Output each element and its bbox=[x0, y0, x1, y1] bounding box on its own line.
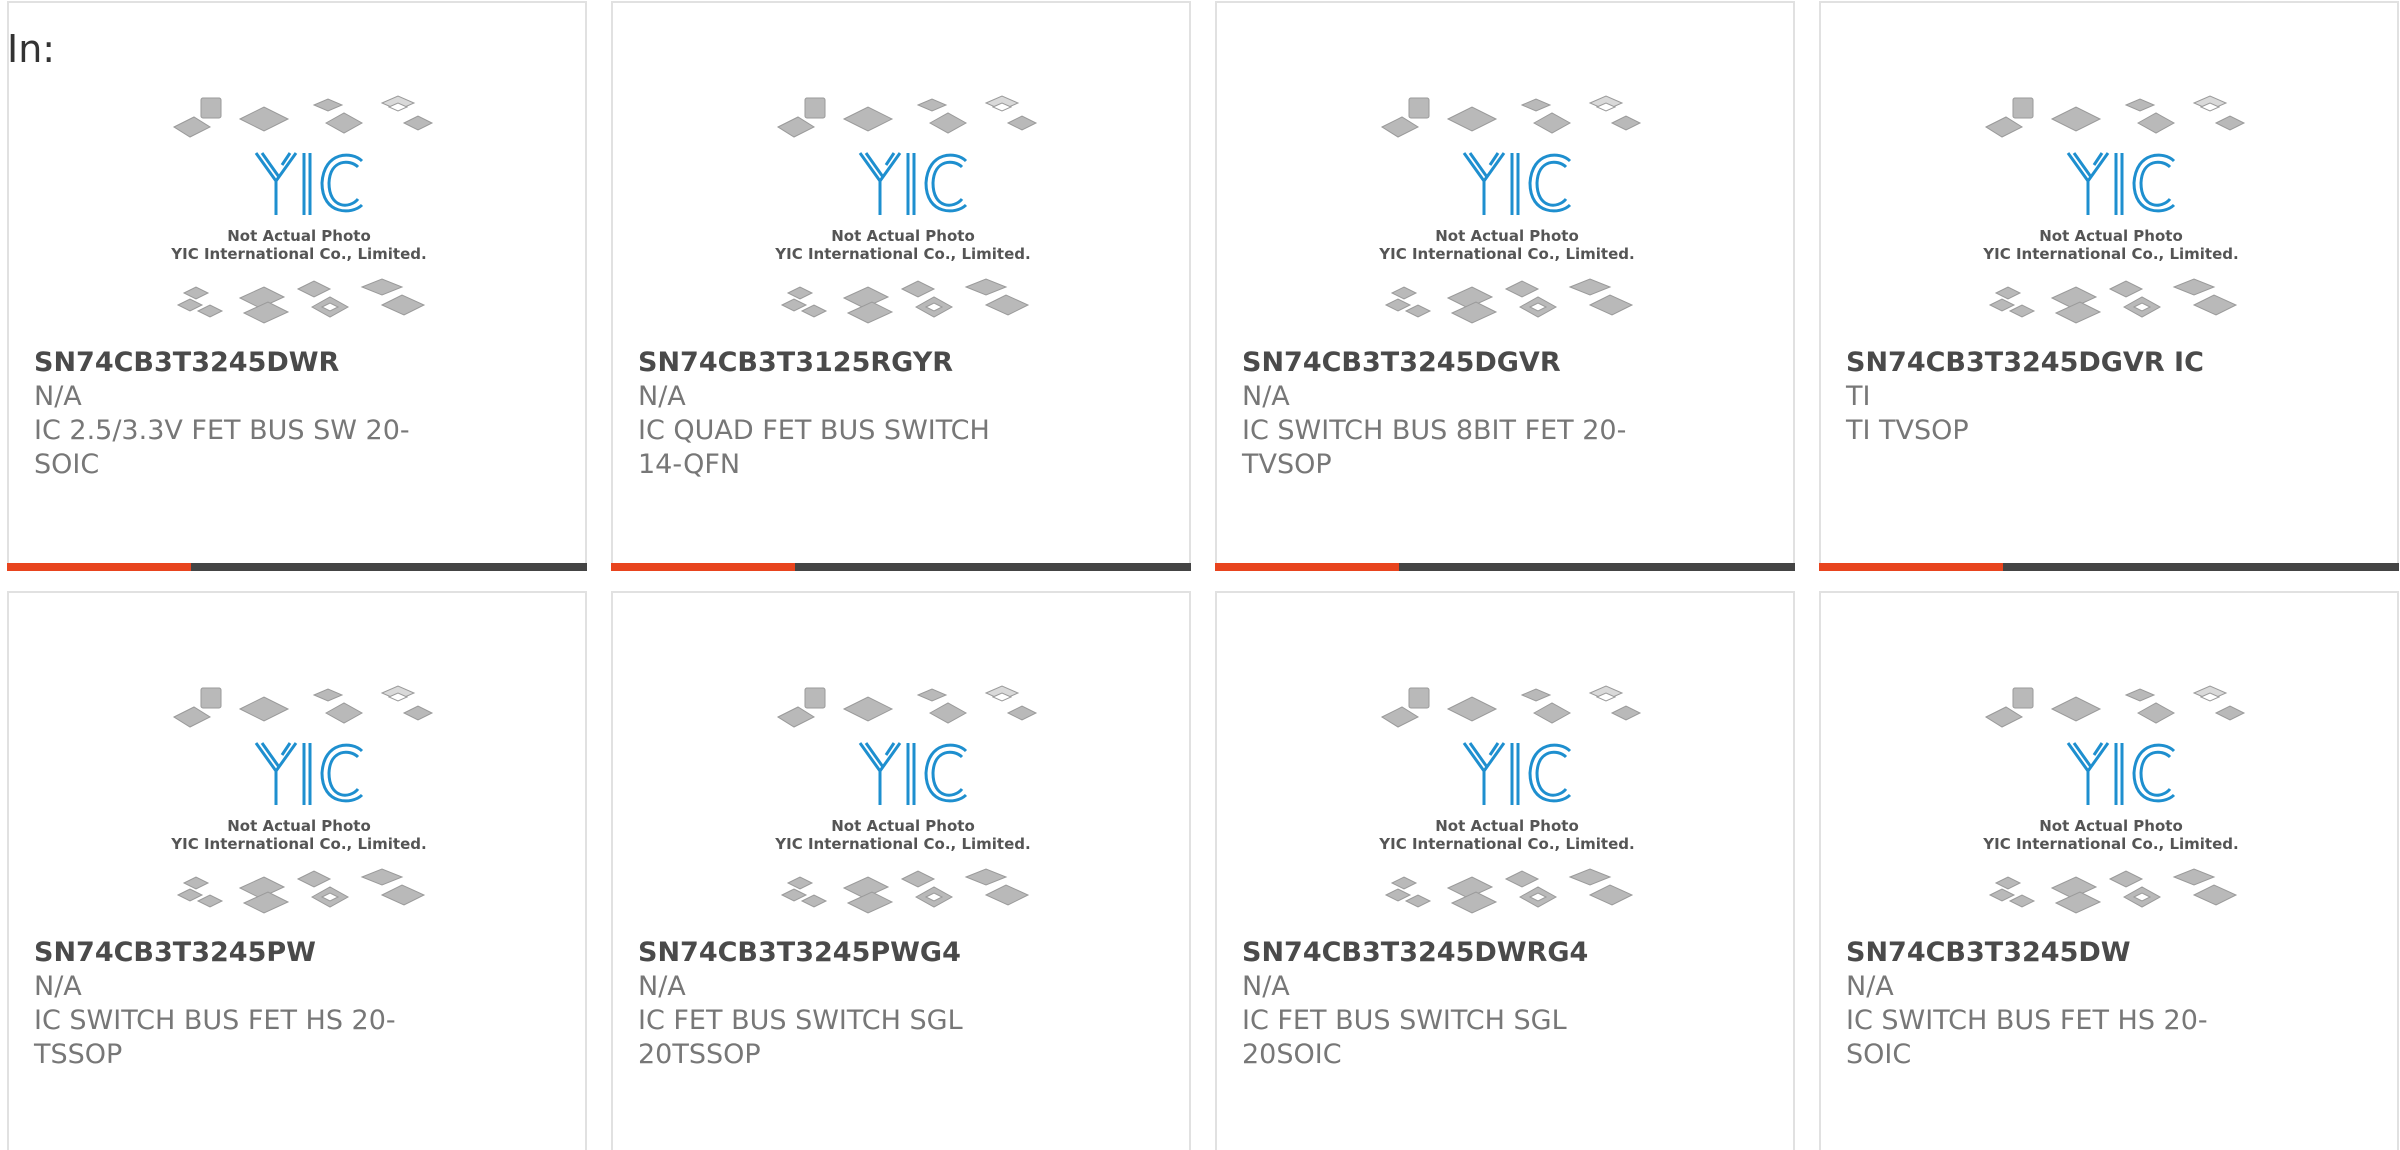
card-bottom-bar bbox=[7, 563, 587, 571]
manufacturer-text: N/A bbox=[1242, 381, 1290, 412]
placeholder-line-2: YIC International Co., Limited. bbox=[1982, 245, 2238, 263]
placeholder-line-2: YIC International Co., Limited. bbox=[1982, 835, 2238, 853]
description-text: IC SWITCH BUS FET HS 20-SOIC bbox=[1846, 1005, 2208, 1070]
card-bar-accent bbox=[611, 563, 795, 571]
product-card[interactable]: Not Actual Photo YIC International Co., … bbox=[1819, 1, 2399, 571]
manufacturer-text: N/A bbox=[638, 971, 686, 1002]
product-image-placeholder[interactable]: Not Actual Photo YIC International Co., … bbox=[1976, 93, 2246, 333]
description-text: IC 2.5/3.3V FET BUS SW 20-SOIC bbox=[34, 415, 410, 480]
chip-icons-top bbox=[776, 685, 1038, 728]
part-number-link[interactable]: SN74CB3T3245PW bbox=[34, 936, 316, 970]
part-number-link[interactable]: SN74CB3T3245DWR bbox=[34, 346, 339, 380]
manufacturer-text: N/A bbox=[1242, 971, 1290, 1002]
product-image-placeholder[interactable]: Not Actual Photo YIC International Co., … bbox=[1976, 683, 2246, 923]
chip-icons-bottom bbox=[176, 278, 426, 324]
placeholder-line-2: YIC International Co., Limited. bbox=[774, 245, 1030, 263]
page: In: Not Actual Photo YIC International C… bbox=[0, 0, 2400, 1150]
product-card[interactable]: Not Actual Photo YIC International Co., … bbox=[1215, 591, 1795, 1150]
placeholder-line-1: Not Actual Photo bbox=[1435, 227, 1579, 245]
part-number-link[interactable]: SN74CB3T3245DGVR IC bbox=[1846, 346, 2204, 380]
yic-logo-icon bbox=[1462, 152, 1572, 215]
product-image-placeholder[interactable]: Not Actual Photo YIC International Co., … bbox=[164, 683, 434, 923]
chip-icons-bottom bbox=[780, 868, 1030, 914]
placeholder-line-1: Not Actual Photo bbox=[2039, 227, 2183, 245]
yic-logo-icon bbox=[2066, 152, 2176, 215]
manufacturer-text: N/A bbox=[34, 971, 82, 1002]
yic-logo-icon bbox=[1462, 742, 1572, 805]
chip-icons-top bbox=[172, 685, 434, 728]
product-image-placeholder[interactable]: Not Actual Photo YIC International Co., … bbox=[1372, 683, 1642, 923]
product-image-placeholder[interactable]: Not Actual Photo YIC International Co., … bbox=[1372, 93, 1642, 333]
card-bottom-bar bbox=[1215, 563, 1795, 571]
manufacturer-text: N/A bbox=[638, 381, 686, 412]
yic-logo-icon bbox=[858, 152, 968, 215]
description-text: IC QUAD FET BUS SWITCH 14-QFN bbox=[638, 415, 990, 480]
product-card[interactable]: Not Actual Photo YIC International Co., … bbox=[1819, 591, 2399, 1150]
product-image-placeholder[interactable]: Not Actual Photo YIC International Co., … bbox=[768, 683, 1038, 923]
yic-logo-icon bbox=[254, 742, 364, 805]
card-bar-dark bbox=[2003, 563, 2399, 571]
placeholder-line-1: Not Actual Photo bbox=[1435, 817, 1579, 835]
product-grid: Not Actual Photo YIC International Co., … bbox=[7, 1, 2400, 1150]
card-bar-dark bbox=[191, 563, 587, 571]
description-text: IC SWITCH BUS FET HS 20-TSSOP bbox=[34, 1005, 396, 1070]
part-number-link[interactable]: SN74CB3T3245DGVR bbox=[1242, 346, 1561, 380]
placeholder-line-1: Not Actual Photo bbox=[2039, 817, 2183, 835]
placeholder-line-1: Not Actual Photo bbox=[227, 227, 371, 245]
chip-icons-top bbox=[1380, 95, 1642, 138]
part-number-link[interactable]: SN74CB3T3245PWG4 bbox=[638, 936, 961, 970]
chip-icons-top bbox=[776, 95, 1038, 138]
chip-icons-top bbox=[172, 95, 434, 138]
product-card[interactable]: Not Actual Photo YIC International Co., … bbox=[611, 591, 1191, 1150]
product-card[interactable]: Not Actual Photo YIC International Co., … bbox=[611, 1, 1191, 571]
product-card[interactable]: Not Actual Photo YIC International Co., … bbox=[1215, 1, 1795, 571]
card-bottom-bar bbox=[611, 563, 1191, 571]
yic-logo-icon bbox=[2066, 742, 2176, 805]
chip-icons-top bbox=[1380, 685, 1642, 728]
yic-logo-icon bbox=[254, 152, 364, 215]
placeholder-line-1: Not Actual Photo bbox=[831, 227, 975, 245]
product-card[interactable]: Not Actual Photo YIC International Co., … bbox=[7, 591, 587, 1150]
card-bottom-bar bbox=[1819, 563, 2399, 571]
placeholder-line-2: YIC International Co., Limited. bbox=[1378, 835, 1634, 853]
manufacturer-text: TI bbox=[1846, 381, 1871, 412]
filter-label: In: bbox=[7, 27, 56, 71]
placeholder-line-2: YIC International Co., Limited. bbox=[1378, 245, 1634, 263]
manufacturer-text: N/A bbox=[1846, 971, 1894, 1002]
chip-icons-bottom bbox=[1988, 278, 2238, 324]
card-bar-dark bbox=[1399, 563, 1795, 571]
card-bar-accent bbox=[1819, 563, 2003, 571]
chip-icons-top bbox=[1984, 95, 2246, 138]
part-number-link[interactable]: SN74CB3T3125RGYR bbox=[638, 346, 953, 380]
manufacturer-text: N/A bbox=[34, 381, 82, 412]
card-bar-dark bbox=[795, 563, 1191, 571]
placeholder-line-2: YIC International Co., Limited. bbox=[170, 835, 426, 853]
description-text: IC FET BUS SWITCH SGL 20TSSOP bbox=[638, 1005, 963, 1070]
product-image-placeholder[interactable]: Not Actual Photo YIC International Co., … bbox=[768, 93, 1038, 333]
product-card[interactable]: Not Actual Photo YIC International Co., … bbox=[7, 1, 587, 571]
description-text: IC FET BUS SWITCH SGL 20SOIC bbox=[1242, 1005, 1567, 1070]
placeholder-line-2: YIC International Co., Limited. bbox=[170, 245, 426, 263]
placeholder-line-1: Not Actual Photo bbox=[227, 817, 371, 835]
chip-icons-bottom bbox=[176, 868, 426, 914]
placeholder-line-1: Not Actual Photo bbox=[831, 817, 975, 835]
placeholder-line-2: YIC International Co., Limited. bbox=[774, 835, 1030, 853]
card-bar-accent bbox=[7, 563, 191, 571]
card-bar-accent bbox=[1215, 563, 1399, 571]
description-text: IC SWITCH BUS 8BIT FET 20-TVSOP bbox=[1242, 415, 1627, 480]
chip-icons-bottom bbox=[1384, 278, 1634, 324]
yic-logo-icon bbox=[858, 742, 968, 805]
part-number-link[interactable]: SN74CB3T3245DWRG4 bbox=[1242, 936, 1588, 970]
chip-icons-bottom bbox=[1384, 868, 1634, 914]
chip-icons-top bbox=[1984, 685, 2246, 728]
chip-icons-bottom bbox=[780, 278, 1030, 324]
part-number-link[interactable]: SN74CB3T3245DW bbox=[1846, 936, 2131, 970]
description-text: TI TVSOP bbox=[1846, 415, 1969, 446]
chip-icons-bottom bbox=[1988, 868, 2238, 914]
product-image-placeholder[interactable]: Not Actual Photo YIC International Co., … bbox=[164, 93, 434, 333]
